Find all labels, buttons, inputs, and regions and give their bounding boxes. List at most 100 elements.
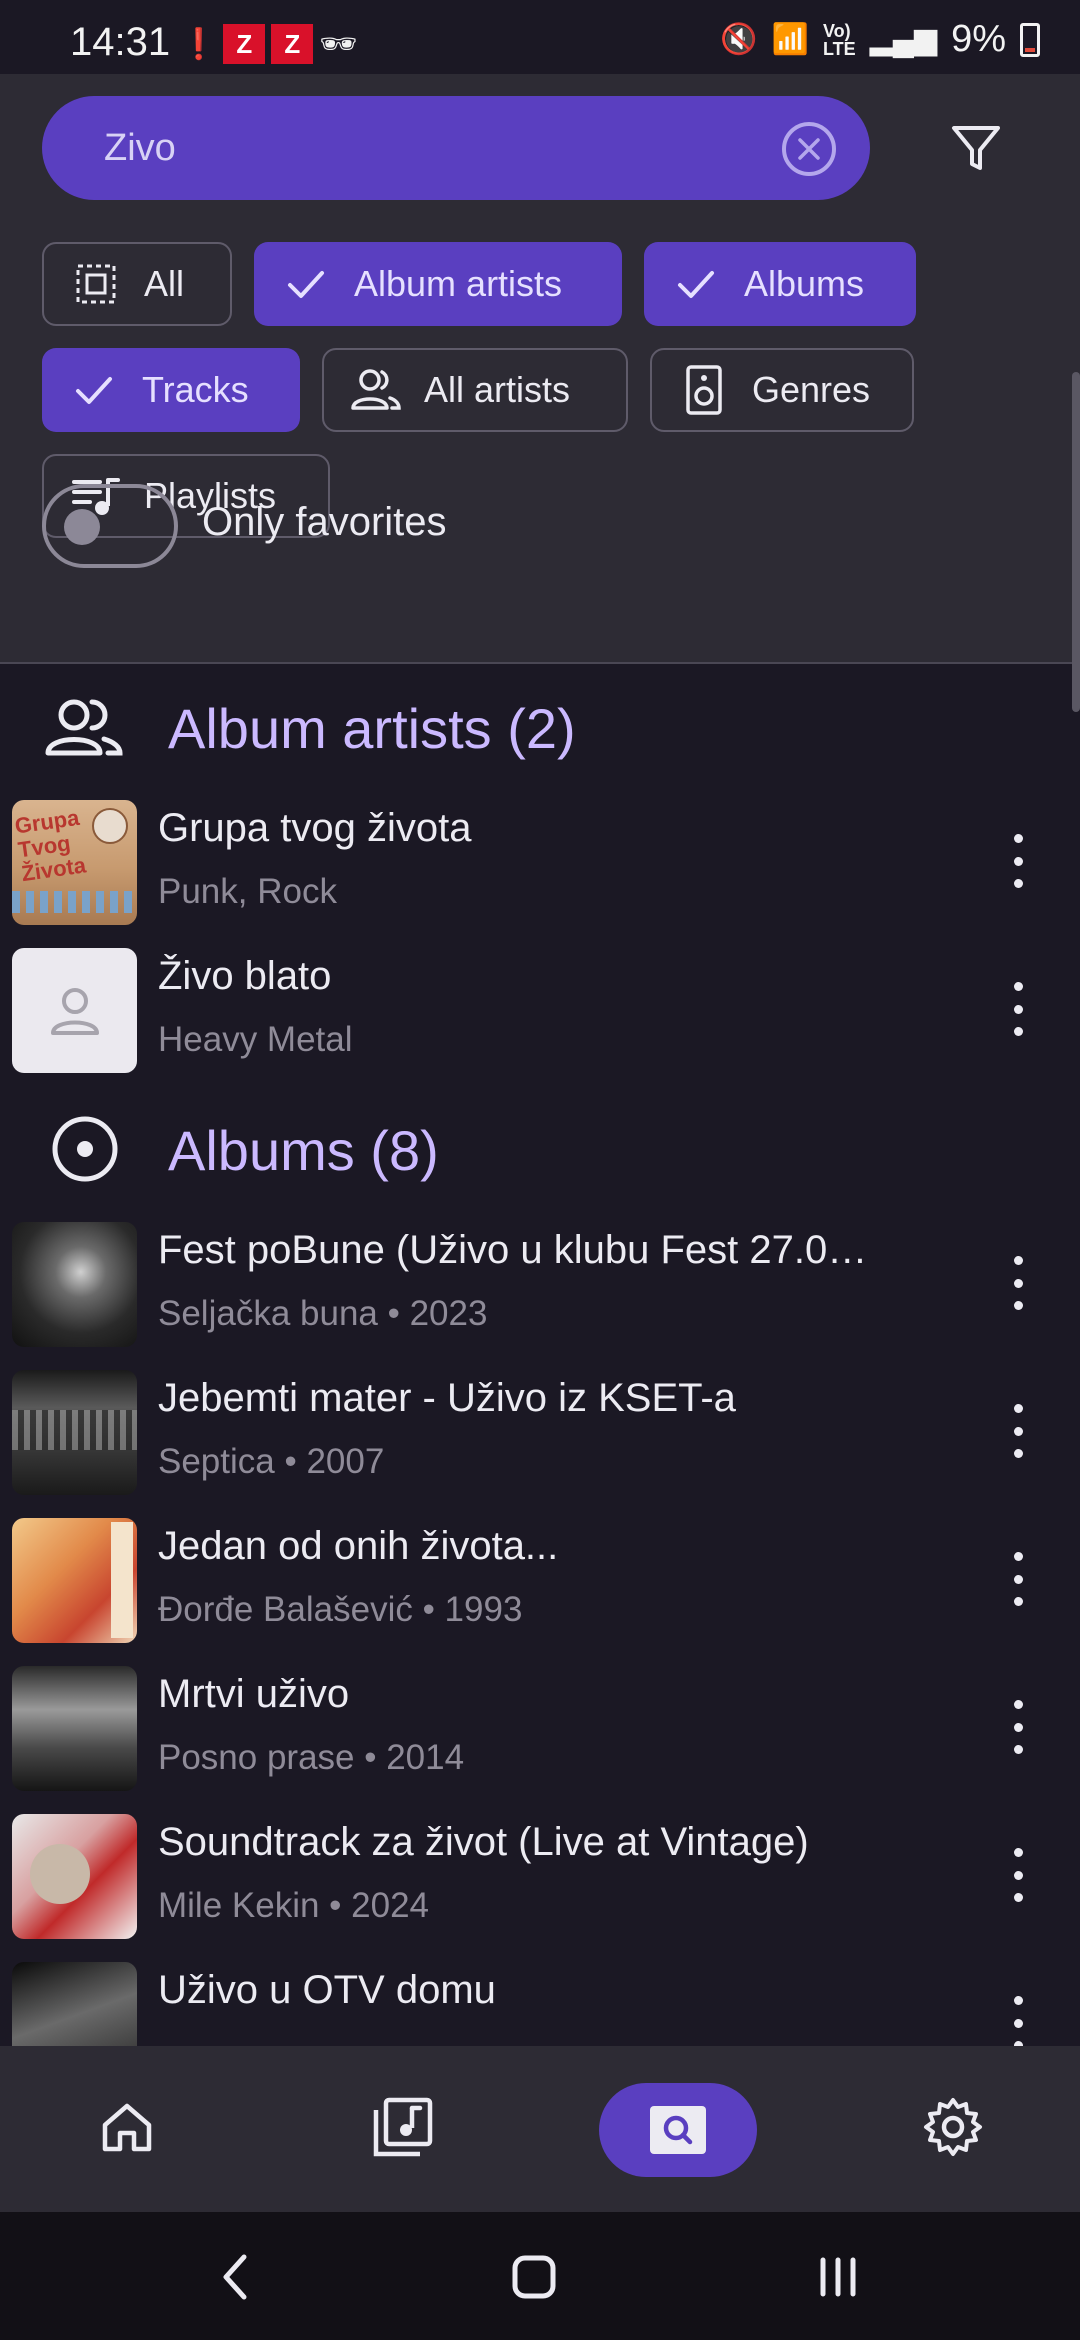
section-count: (2) bbox=[507, 697, 576, 760]
chip-all-artists[interactable]: All artists bbox=[322, 348, 628, 432]
more-options-button[interactable] bbox=[1000, 976, 1036, 1042]
item-title: Jedan od onih života... bbox=[158, 1524, 559, 1568]
list-item[interactable]: Jebemti mater - Uživo iz KSET-a Septica … bbox=[0, 1360, 1080, 1508]
close-icon bbox=[798, 138, 820, 160]
home-button[interactable] bbox=[494, 2242, 574, 2312]
item-title: Uživo u OTV domu bbox=[158, 1968, 496, 2012]
check-icon bbox=[668, 256, 724, 312]
chip-label: All artists bbox=[424, 369, 571, 410]
chip-all[interactable]: All bbox=[42, 242, 232, 326]
status-notification-icons: ❗ Z Z 🕶 bbox=[180, 24, 357, 64]
settings-icon bbox=[924, 2098, 982, 2156]
item-subtitle: Heavy Metal bbox=[158, 1020, 353, 1059]
albums-header: Albums (8) bbox=[0, 1098, 1080, 1198]
list-item[interactable]: Fest poBune (Uživo u klubu Fest 27.0… Se… bbox=[0, 1212, 1080, 1360]
recents-button[interactable] bbox=[798, 2242, 878, 2312]
only-favorites-label: Only favorites bbox=[202, 500, 447, 544]
scrollbar[interactable] bbox=[1072, 372, 1080, 712]
section-title-text: Albums bbox=[168, 1119, 355, 1182]
filter-icon bbox=[952, 126, 1000, 170]
album-cover bbox=[12, 1222, 137, 1347]
item-title: Jebemti mater - Uživo iz KSET-a bbox=[158, 1376, 736, 1420]
list-item[interactable]: Soundtrack za život (Live at Vintage) Mi… bbox=[0, 1804, 1080, 1952]
album-artists-header: Album artists (2) bbox=[0, 676, 1080, 776]
item-title: Mrtvi uživo bbox=[158, 1672, 350, 1716]
item-title: Živo blato bbox=[158, 954, 332, 998]
chip-album-artists[interactable]: Album artists bbox=[254, 242, 622, 326]
wifi-icon: 📶 bbox=[771, 23, 809, 56]
chip-genres[interactable]: Genres bbox=[650, 348, 914, 432]
more-options-button[interactable] bbox=[1000, 1842, 1036, 1908]
toggle-knob bbox=[64, 509, 100, 545]
album-cover bbox=[12, 1814, 137, 1939]
more-options-button[interactable] bbox=[1000, 1398, 1036, 1464]
recents-icon bbox=[820, 2257, 856, 2297]
album-cover bbox=[12, 1518, 137, 1643]
chip-label: All bbox=[144, 263, 185, 304]
status-time: 14:31 bbox=[70, 20, 171, 64]
item-title: Soundtrack za život (Live at Vintage) bbox=[158, 1820, 809, 1864]
chip-label: Album artists bbox=[354, 263, 563, 304]
more-options-button[interactable] bbox=[1000, 1694, 1036, 1760]
section-title: Album artists (2) bbox=[168, 696, 576, 761]
mute-icon: 🔇 bbox=[720, 23, 758, 56]
status-right-icons: 🔇 📶 Vo) LTE ▂▄▆ 9% bbox=[720, 18, 1040, 61]
filter-button[interactable] bbox=[946, 118, 1006, 178]
search-bar[interactable] bbox=[42, 96, 870, 200]
app-notification-icon-2: Z bbox=[271, 24, 314, 64]
nav-library[interactable] bbox=[358, 2082, 448, 2172]
chip-label: Tracks bbox=[142, 369, 249, 410]
item-subtitle: Septica • 2007 bbox=[158, 1442, 385, 1481]
search-icon bbox=[650, 2106, 706, 2154]
artist-placeholder-thumbnail bbox=[12, 948, 137, 1073]
check-icon bbox=[278, 256, 334, 312]
album-cover bbox=[12, 1666, 137, 1791]
nav-home[interactable] bbox=[82, 2082, 172, 2172]
album-cover bbox=[12, 1962, 137, 2046]
status-bar: 14:31 ❗ Z Z 🕶 🔇 📶 Vo) LTE ▂▄▆ 9% bbox=[0, 0, 1080, 74]
alert-icon: ❗ bbox=[180, 27, 218, 61]
nav-search[interactable] bbox=[599, 2083, 757, 2177]
home-square-icon bbox=[512, 2255, 556, 2299]
back-icon bbox=[223, 2254, 247, 2300]
incognito-icon: 🕶 bbox=[319, 27, 358, 61]
more-options-button[interactable] bbox=[1000, 1546, 1036, 1612]
lte-icon: Vo) LTE bbox=[823, 20, 856, 59]
people-icon bbox=[40, 692, 130, 762]
only-favorites-toggle[interactable] bbox=[42, 484, 178, 568]
more-options-button[interactable] bbox=[1000, 828, 1036, 894]
chip-tracks[interactable]: Tracks bbox=[42, 348, 300, 432]
more-options-button[interactable] bbox=[1000, 1250, 1036, 1316]
list-item[interactable]: Živo blato Heavy Metal bbox=[0, 938, 1080, 1086]
nav-settings[interactable] bbox=[908, 2082, 998, 2172]
section-title: Albums (8) bbox=[168, 1118, 439, 1183]
check-icon bbox=[66, 362, 122, 418]
list-item[interactable]: Jedan od onih života... Đorđe Balašević … bbox=[0, 1508, 1080, 1656]
chip-albums[interactable]: Albums bbox=[644, 242, 916, 326]
bottom-navigation bbox=[0, 2046, 1080, 2212]
more-options-button[interactable] bbox=[1000, 1990, 1036, 2046]
album-cover bbox=[12, 1370, 137, 1495]
item-title: Grupa tvog života bbox=[158, 806, 472, 850]
item-subtitle: Đorđe Balašević • 1993 bbox=[158, 1590, 523, 1629]
item-subtitle: Mile Kekin • 2024 bbox=[158, 1886, 430, 1925]
item-subtitle: Seljačka buna • 2023 bbox=[158, 1294, 488, 1333]
system-navigation-bar bbox=[0, 2212, 1080, 2340]
list-item[interactable]: Grupa Tvog Života Grupa tvog života Punk, … bbox=[0, 790, 1080, 938]
person-icon bbox=[50, 987, 99, 1035]
item-title: Fest poBune (Uživo u klubu Fest 27.0… bbox=[158, 1228, 868, 1272]
section-count: (8) bbox=[370, 1119, 439, 1182]
list-item[interactable]: Uživo u OTV domu bbox=[0, 1952, 1080, 2046]
list-item[interactable]: Mrtvi uživo Posno prase • 2014 bbox=[0, 1656, 1080, 1804]
section-title-text: Album artists bbox=[168, 697, 492, 760]
home-icon bbox=[102, 2103, 152, 2152]
search-input[interactable] bbox=[104, 122, 744, 174]
clear-search-button[interactable] bbox=[782, 122, 836, 176]
item-subtitle: Punk, Rock bbox=[158, 872, 337, 911]
chip-label: Albums bbox=[744, 263, 865, 304]
artist-thumbnail: Grupa Tvog Života bbox=[12, 800, 137, 925]
battery-icon bbox=[1020, 22, 1040, 57]
chip-label: Genres bbox=[752, 369, 871, 410]
app-notification-icon: Z bbox=[223, 24, 266, 64]
back-button[interactable] bbox=[196, 2242, 276, 2312]
